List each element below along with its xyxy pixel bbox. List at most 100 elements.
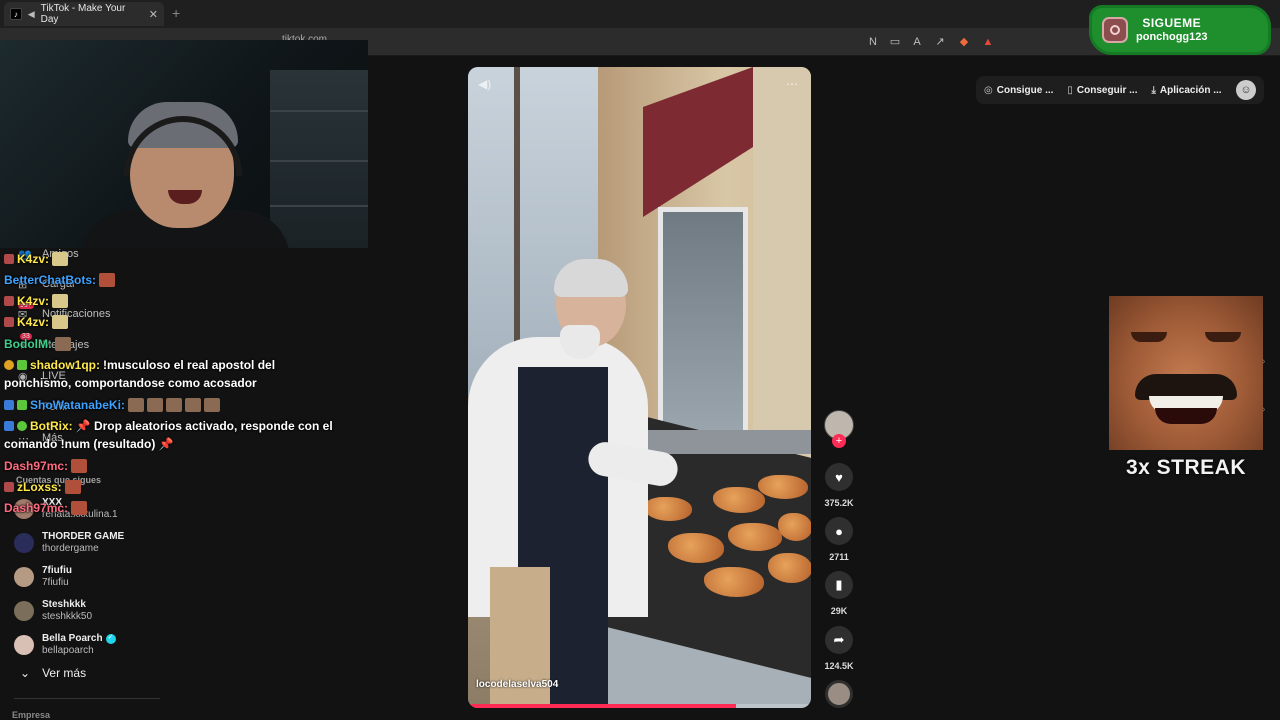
get-app-button[interactable]: ▯ Conseguir ... — [1067, 85, 1137, 96]
brave-rewards-icon[interactable]: ▲ — [981, 35, 995, 49]
account-name: Steshkkk — [42, 598, 86, 610]
chat-user: BetterChatBots: — [4, 273, 97, 287]
follow-title: SIGUEME — [1142, 16, 1202, 31]
see-more-label: Ver más — [42, 666, 87, 680]
new-tab-icon[interactable]: + — [172, 5, 180, 21]
share-button[interactable]: ➦ — [825, 626, 853, 654]
avatar — [14, 567, 34, 587]
video-progress[interactable] — [468, 704, 811, 708]
speaker-icon: ◀ — [27, 8, 35, 19]
chat-user: K4zv: — [17, 315, 50, 329]
chat-user: BodolM: — [4, 337, 52, 351]
save-button[interactable]: ▮ — [825, 571, 853, 599]
translate-icon[interactable]: A — [910, 35, 924, 49]
video-author[interactable]: locodelaselva504 — [476, 679, 558, 690]
list-item[interactable]: THORDER GAME thordergame — [14, 526, 254, 560]
chat-message: comando !num (resultado) 📌 — [4, 437, 174, 451]
chat-line: zLoxss: — [4, 480, 81, 494]
follow-plus-icon[interactable]: + — [832, 434, 846, 448]
divider — [14, 698, 160, 699]
chat-user: shadow1qp: — [30, 358, 101, 372]
browser-tab[interactable]: ♪ ◀ TikTok - Make Your Day ✕ — [4, 2, 164, 26]
coin-icon: ◎ — [984, 84, 993, 96]
chat-badge-icon — [4, 421, 14, 431]
footer-company[interactable]: Empresa — [12, 710, 50, 720]
close-tab-icon[interactable]: ✕ — [149, 8, 158, 21]
chat-badge-icon — [17, 421, 27, 431]
comment-button[interactable]: ● — [825, 517, 853, 545]
emote-icon — [146, 398, 163, 412]
mute-icon[interactable]: ◀) — [478, 77, 491, 91]
chat-user: BotRix: — [30, 419, 73, 433]
account-name: THORDER GAME — [42, 530, 125, 542]
see-more-button[interactable]: ⌄ Ver más — [20, 666, 86, 680]
chat-message: ponchismo, comportandose como acosador — [4, 376, 257, 390]
desktop-app-button[interactable]: ⤓ Aplicación ... — [1151, 85, 1221, 96]
tab-title: TikTok - Make Your Day — [40, 3, 126, 25]
desktop-app-label: Aplicación ... — [1159, 84, 1222, 96]
emote-icon — [52, 294, 69, 308]
chat-user: Dash97mc: — [4, 459, 69, 473]
list-item[interactable]: 7fiufiu 7fiufiu — [14, 560, 254, 594]
account-name: 7fiufiu — [42, 564, 72, 576]
coins-label: Consigue ... — [996, 84, 1054, 96]
chat-line: Dash97mc: — [4, 501, 88, 515]
chat-badge-icon — [4, 360, 14, 370]
phone-icon: ▯ — [1067, 84, 1073, 96]
scroll-down-icon[interactable]: › — [1262, 404, 1265, 415]
tiktok-favicon-icon: ♪ — [10, 8, 22, 20]
account-handle: bellapoarch — [42, 645, 94, 656]
emote-icon — [52, 252, 69, 266]
list-item[interactable]: Steshkkk steshkkk50 — [14, 594, 254, 628]
account-handle: thordergame — [42, 543, 99, 554]
cast-icon[interactable]: ▭ — [888, 35, 902, 49]
emote-icon — [99, 273, 116, 287]
coins-button[interactable]: ◎ Consigue ... — [984, 85, 1053, 96]
account-handle: steshkkk50 — [42, 611, 93, 622]
get-app-label: Conseguir ... — [1076, 84, 1138, 96]
chat-badge-icon — [4, 254, 14, 264]
following-list: XXX renata.xxxulina.1 THORDER GAME thord… — [14, 492, 254, 662]
list-item[interactable]: Bella Poarch ✓ bellapoarch — [14, 628, 254, 662]
chat-badge-icon — [4, 482, 14, 492]
webcam-overlay — [0, 40, 368, 248]
like-count: 375.2K — [824, 498, 854, 508]
chat-line: K4zv: — [4, 294, 69, 308]
chat-line: K4zv: — [4, 315, 69, 329]
chat-badge-icon — [17, 360, 27, 370]
video-progress-fill — [468, 704, 736, 708]
emote-icon — [71, 501, 88, 515]
music-disc-icon[interactable] — [825, 680, 853, 708]
chevron-down-icon: ⌄ — [20, 666, 31, 680]
emote-icon — [165, 398, 182, 412]
like-button[interactable]: ♥ — [825, 463, 853, 491]
comment-icon: ● — [835, 523, 843, 539]
instagram-icon — [1102, 17, 1128, 43]
chat-user: zLoxss: — [17, 480, 62, 494]
top-actions: ◎ Consigue ... ▯ Conseguir ... ⤓ Aplicación… — [976, 76, 1264, 104]
account-name: Bella Poarch — [42, 632, 103, 644]
share-icon[interactable]: ↗ — [933, 35, 947, 49]
bookmark-icon: ▮ — [835, 577, 843, 592]
share-arrow-icon: ➦ — [833, 632, 845, 647]
chat-user: ShoWatanabeKi: — [30, 398, 125, 412]
download-icon: ⤓ — [1151, 84, 1156, 96]
chat-badge-icon — [4, 317, 14, 327]
emote-icon — [52, 315, 69, 329]
brave-shield-icon[interactable]: ◆ — [957, 35, 971, 49]
emote-icon — [184, 398, 201, 412]
avatar — [14, 635, 34, 655]
video-player[interactable]: ◀) ⋯ locodelaselva504 — [468, 67, 811, 708]
more-options-icon[interactable]: ⋯ — [786, 77, 798, 91]
scroll-up-icon[interactable]: › — [1262, 356, 1265, 367]
follow-handle: ponchogg123 — [1136, 30, 1208, 43]
chat-badge-icon — [17, 400, 27, 410]
comment-count: 2711 — [829, 552, 849, 562]
chat-line: K4zv: — [4, 252, 69, 266]
no-translate-icon[interactable]: N — [866, 35, 880, 49]
emote-icon — [71, 459, 88, 473]
chat-message: !musculoso el real apostol del — [103, 358, 276, 372]
profile-avatar[interactable]: ☺ — [1236, 80, 1256, 100]
save-count: 29K — [830, 606, 848, 616]
share-count: 124.5K — [824, 661, 854, 671]
